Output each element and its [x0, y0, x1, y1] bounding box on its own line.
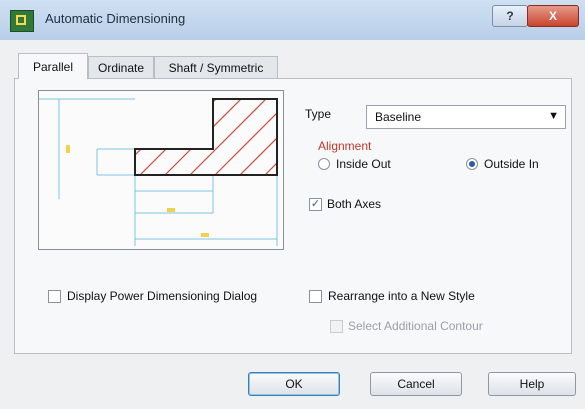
dimension-lines [39, 98, 278, 246]
tab-parallel[interactable]: Parallel [18, 53, 88, 79]
inside-out-radio[interactable] [318, 158, 330, 170]
tab-shaft-symmetric[interactable]: Shaft / Symmetric [154, 56, 278, 78]
part-contour [134, 98, 278, 176]
select-additional-label: Select Additional Contour [348, 319, 483, 333]
type-select[interactable]: Baseline ▼ [366, 105, 566, 129]
tab-ordinate[interactable]: Ordinate [88, 56, 154, 78]
cancel-button[interactable]: Cancel [370, 372, 462, 396]
alignment-label: Alignment [318, 139, 372, 153]
help-title-button[interactable]: ? [492, 5, 528, 27]
type-select-value: Baseline [375, 110, 422, 124]
type-label: Type [305, 107, 332, 121]
section-hatch [135, 99, 277, 175]
app-icon [10, 10, 34, 32]
outside-in-radio[interactable] [466, 158, 478, 170]
help-button[interactable]: Help [488, 372, 576, 396]
rearrange-style-label[interactable]: Rearrange into a New Style [328, 289, 475, 303]
display-power-dialog-checkbox[interactable] [48, 290, 61, 303]
display-power-dialog-label[interactable]: Display Power Dimensioning Dialog [67, 289, 257, 303]
outside-in-label[interactable]: Outside In [484, 157, 539, 171]
chevron-down-icon[interactable]: ▼ [548, 110, 559, 122]
rearrange-style-checkbox[interactable] [309, 290, 322, 303]
dimension-preview [38, 90, 284, 250]
select-additional-checkbox [330, 320, 343, 333]
window-title: Automatic Dimensioning [45, 11, 186, 26]
both-axes-checkbox[interactable]: ✓ [309, 198, 322, 211]
both-axes-label[interactable]: Both Axes [327, 197, 381, 211]
inside-out-label[interactable]: Inside Out [336, 157, 391, 171]
ok-button[interactable]: OK [248, 372, 340, 396]
title-bar: Automatic Dimensioning ? X [0, 0, 585, 41]
close-button[interactable]: X [527, 5, 579, 27]
preview-drawing [39, 98, 278, 246]
